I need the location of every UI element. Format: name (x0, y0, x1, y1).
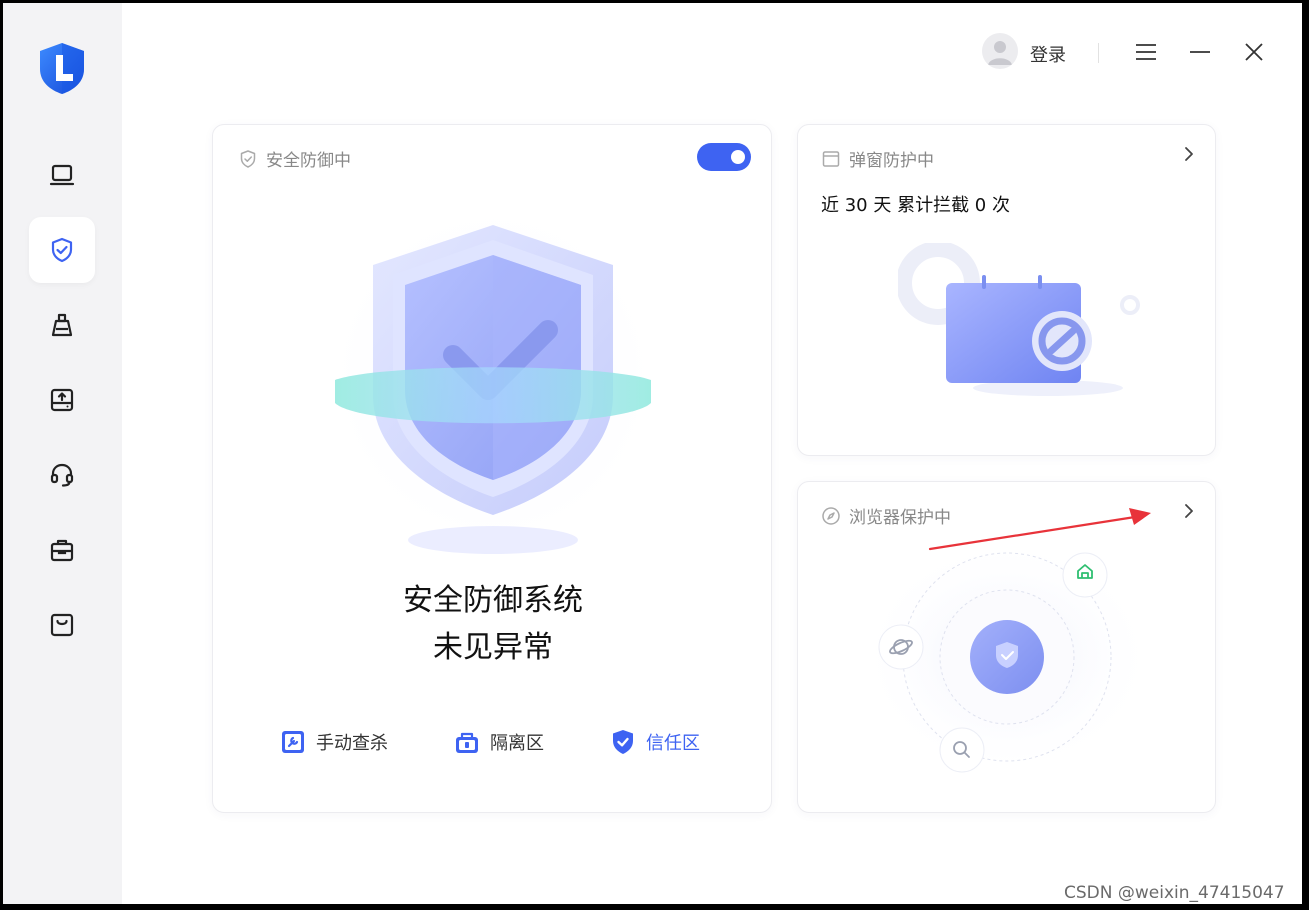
close-icon (1245, 43, 1263, 61)
sidebar (3, 3, 122, 904)
defense-card-title: 安全防御中 (266, 151, 351, 171)
defense-card-header: 安全防御中 (238, 146, 351, 171)
sidebar-item-toolbox[interactable] (29, 517, 95, 583)
popup-protection-card[interactable]: 弹窗防护中 近 30 天 累计拦截 0 次 (797, 124, 1216, 456)
quarantine-label: 隔离区 (490, 733, 544, 754)
toolbox-icon (50, 539, 74, 562)
sidebar-item-support[interactable] (29, 442, 95, 508)
manual-scan-icon (282, 731, 304, 753)
status-line-2: 未见异常 (433, 630, 553, 665)
watermark: CSDN @weixin_47415047 (1064, 883, 1285, 903)
headset-icon (50, 463, 74, 487)
manual-scan-label: 手动查杀 (316, 733, 388, 754)
sidebar-item-store[interactable] (29, 592, 95, 658)
user-avatar-icon (988, 41, 1012, 65)
sidebar-item-storage[interactable] (29, 367, 95, 433)
login-link[interactable]: 登录 (1030, 41, 1066, 67)
shield-illustration (323, 200, 663, 554)
topbar-divider (1098, 43, 1099, 63)
trust-zone-button[interactable]: 信任区 (610, 729, 700, 755)
popup-card-header: 弹窗防护中 (821, 146, 934, 171)
defense-card: 安全防御中 安全防御系统 未见异常 手动查杀 隔离区 信任区 (212, 124, 772, 813)
annotation-arrow-icon (928, 508, 1151, 551)
close-button[interactable] (1239, 37, 1269, 67)
sidebar-item-computer[interactable] (29, 142, 95, 208)
status-line-1: 安全防御系统 (403, 583, 583, 618)
menu-button[interactable] (1131, 37, 1161, 67)
window-icon (822, 150, 840, 167)
compass-icon (822, 506, 840, 525)
laptop-icon (49, 164, 75, 186)
toggle-knob (731, 150, 745, 164)
chevron-right-icon[interactable] (1181, 503, 1197, 519)
popup-card-title: 弹窗防护中 (849, 151, 934, 171)
popup-block-illustration (898, 243, 1140, 396)
upload-drive-icon (50, 388, 74, 412)
defense-toggle[interactable] (697, 143, 751, 171)
manual-scan-button[interactable]: 手动查杀 (280, 729, 388, 755)
sidebar-item-cleanup[interactable] (29, 292, 95, 358)
trust-shield-icon (613, 730, 633, 754)
quarantine-button[interactable]: 隔离区 (454, 729, 544, 755)
chevron-right-icon[interactable] (1181, 146, 1197, 162)
app-logo-icon (40, 43, 84, 94)
sidebar-item-protection[interactable] (29, 217, 95, 283)
minimize-icon (1190, 51, 1210, 53)
shield-check-outline-icon (240, 149, 256, 168)
shopping-bag-icon (50, 613, 74, 637)
avatar[interactable] (982, 33, 1018, 69)
shield-check-icon (51, 237, 73, 263)
trust-zone-label: 信任区 (646, 733, 700, 754)
hamburger-menu-icon (1136, 44, 1156, 60)
minimize-button[interactable] (1185, 37, 1215, 67)
broom-icon (51, 313, 73, 337)
browser-orbit-illustration (858, 542, 1157, 777)
popup-block-stat: 近 30 天 累计拦截 0 次 (821, 195, 1010, 216)
app-window: 登录 安全防御中 安全防御系统 未见异常 手动查杀 隔离区 信任区 弹窗防护中 … (3, 3, 1302, 904)
quarantine-icon (456, 732, 478, 753)
